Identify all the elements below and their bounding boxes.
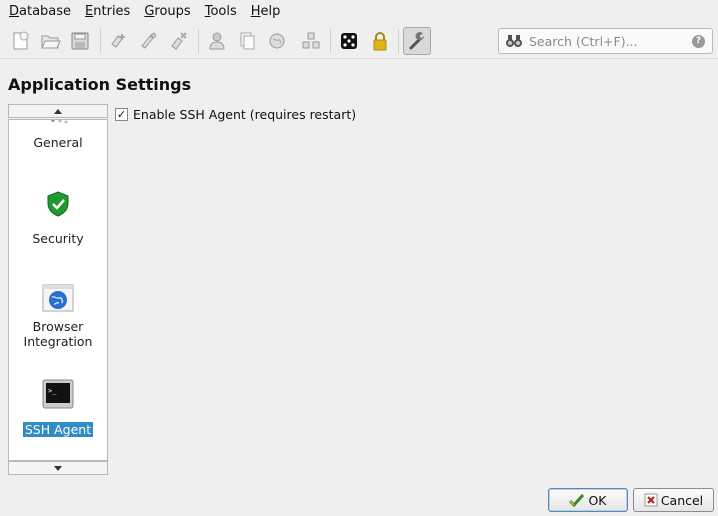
- sidebar-item-security[interactable]: Security: [9, 231, 107, 246]
- copy-password-icon[interactable]: [233, 27, 261, 55]
- toolbar: ?: [0, 23, 718, 59]
- menu-help[interactable]: Help: [244, 0, 288, 23]
- sidebar-scroll-down-button[interactable]: [8, 461, 108, 475]
- edit-entry-icon[interactable]: [135, 27, 163, 55]
- menu-tools[interactable]: Tools: [198, 0, 244, 23]
- ok-button[interactable]: OK: [548, 488, 628, 512]
- ok-label: OK: [588, 492, 607, 508]
- enable-ssh-agent-checkbox[interactable]: ✓: [115, 108, 128, 121]
- toolbar-separator: [330, 29, 331, 53]
- binoculars-icon: [505, 33, 523, 52]
- menu-groups-accel: G: [144, 4, 155, 19]
- menu-tools-label: ools: [210, 4, 237, 19]
- sidebar-item-general[interactable]: General: [9, 135, 107, 150]
- save-database-icon[interactable]: [66, 27, 94, 55]
- search-input[interactable]: [529, 32, 679, 50]
- enable-ssh-agent-label: Enable SSH Agent (requires restart): [133, 107, 357, 122]
- sidebar-item-label-line2: Integration: [23, 334, 93, 349]
- globe-browser-icon: [9, 284, 107, 315]
- sidebar-item-browser-integration[interactable]: Browser Integration: [9, 319, 107, 349]
- settings-wrench-icon[interactable]: [403, 27, 431, 55]
- menu-groups[interactable]: Groups: [137, 0, 197, 23]
- menu-entries-label: ntries: [93, 4, 131, 19]
- toolbar-separator: [198, 29, 199, 53]
- open-url-icon[interactable]: [263, 27, 291, 55]
- menu-database-label: atabase: [19, 4, 72, 19]
- terminal-icon: >_: [9, 379, 107, 412]
- sidebar-item-label: Security: [32, 231, 84, 246]
- cancel-icon: [644, 493, 658, 507]
- settings-category-list: General Security Browser Integration >_ …: [8, 119, 108, 461]
- sidebar-item-label-line1: Browser: [32, 319, 84, 334]
- help-icon[interactable]: ?: [692, 35, 705, 48]
- checkmark-icon: [569, 493, 585, 507]
- toolbar-separator: [398, 29, 399, 53]
- svg-text:>_: >_: [48, 387, 57, 395]
- new-database-icon[interactable]: [6, 27, 34, 55]
- general-settings-icon: [9, 120, 107, 126]
- copy-username-icon[interactable]: [203, 27, 231, 55]
- shield-check-icon: [9, 190, 107, 221]
- sidebar-scroll-up-button[interactable]: [8, 104, 108, 118]
- add-entry-icon[interactable]: [105, 27, 133, 55]
- sidebar-item-label: SSH Agent: [22, 422, 94, 437]
- toolbar-separator: [100, 29, 101, 53]
- lock-database-icon[interactable]: [366, 27, 394, 55]
- open-database-icon[interactable]: [36, 27, 64, 55]
- sidebar-item-label: General: [33, 135, 83, 150]
- menu-database[interactable]: Database: [2, 0, 78, 23]
- menu-bar: Database Entries Groups Tools Help: [0, 0, 718, 23]
- enable-ssh-agent-row[interactable]: ✓ Enable SSH Agent (requires restart): [115, 107, 356, 122]
- password-generator-icon[interactable]: [335, 27, 363, 55]
- cancel-button[interactable]: Cancel: [633, 488, 714, 512]
- sidebar-item-ssh-agent[interactable]: SSH Agent: [9, 422, 107, 437]
- menu-database-accel: D: [9, 4, 20, 19]
- menu-help-label: elp: [260, 4, 281, 19]
- page-title: Application Settings: [8, 75, 192, 94]
- menu-help-accel: H: [250, 4, 261, 19]
- cancel-label: Cancel: [660, 492, 704, 508]
- menu-entries[interactable]: Entries: [78, 0, 137, 23]
- menu-groups-label: roups: [154, 4, 191, 19]
- search-box[interactable]: ?: [498, 28, 713, 54]
- arrow-down-icon: [54, 465, 62, 471]
- delete-entry-icon[interactable]: [165, 27, 193, 55]
- arrow-up-icon: [54, 108, 62, 114]
- auto-type-icon[interactable]: [297, 27, 325, 55]
